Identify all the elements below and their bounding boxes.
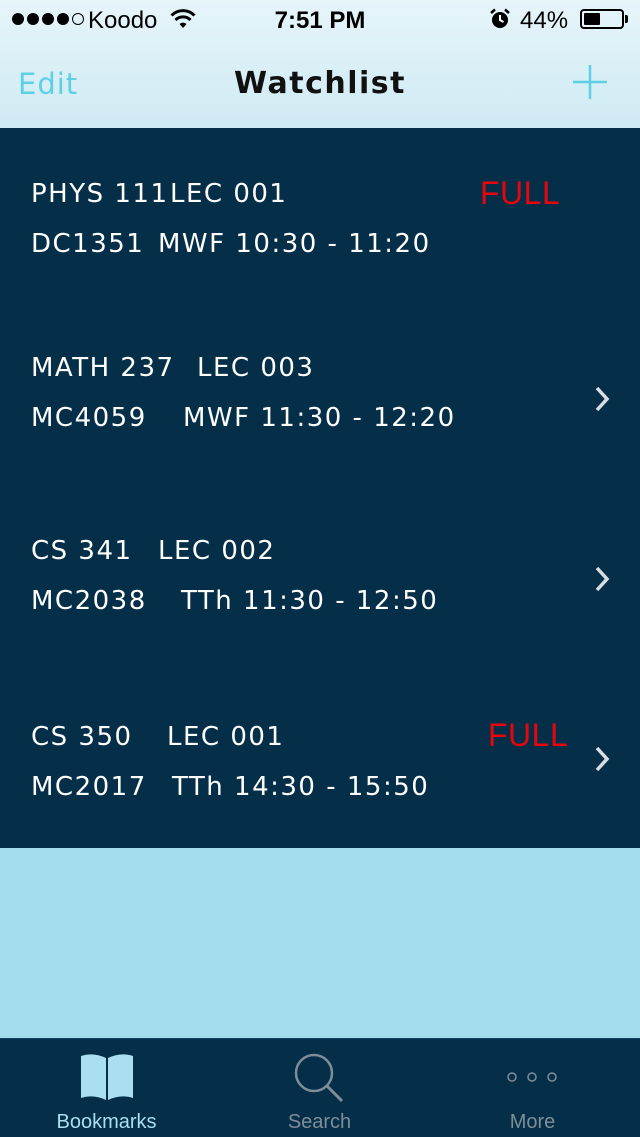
book-icon bbox=[81, 1054, 133, 1100]
course-section: LEC 002 bbox=[158, 536, 276, 566]
course-section: LEC 001 bbox=[170, 179, 288, 209]
tab-bookmarks[interactable]: Bookmarks bbox=[0, 1039, 213, 1137]
course-room: MC2038 bbox=[31, 586, 147, 616]
more-icon bbox=[507, 1072, 557, 1082]
location-line: DC1351 MWF 10:30 - 11:20 bbox=[31, 229, 431, 259]
course-room: MC4059 bbox=[31, 403, 147, 433]
battery-percent: 44% bbox=[520, 7, 569, 34]
course-code: CS 350 bbox=[31, 722, 133, 752]
status-bar: Koodo 7:51 PM 44% bbox=[0, 0, 640, 40]
battery-tip bbox=[625, 15, 628, 23]
location-line: MC2038 TTh 11:30 - 12:50 bbox=[31, 586, 438, 616]
full-badge: FULL bbox=[480, 175, 561, 211]
tab-more[interactable]: More bbox=[426, 1039, 639, 1137]
page-title: Watchlist bbox=[233, 66, 406, 101]
location-line: MC2017 TTh 14:30 - 15:50 bbox=[31, 772, 429, 802]
course-code: PHYS 111 bbox=[31, 179, 169, 209]
tab-bar: Bookmarks Search More bbox=[0, 1038, 640, 1137]
course-line: CS 341 LEC 002 bbox=[31, 536, 275, 566]
course-section: LEC 001 bbox=[167, 722, 285, 752]
chevron-right-icon bbox=[595, 566, 610, 592]
location-line: MC4059 MWF 11:30 - 12:20 bbox=[31, 403, 456, 433]
course-schedule: MWF 11:30 - 12:20 bbox=[183, 403, 456, 433]
alarm-clock-icon bbox=[490, 8, 510, 28]
course-code: MATH 237 bbox=[31, 353, 175, 383]
course-line: CS 350 LEC 001 bbox=[31, 722, 284, 752]
tab-search[interactable]: Search bbox=[213, 1039, 426, 1137]
tab-label: Search bbox=[287, 1111, 352, 1133]
plus-icon[interactable] bbox=[572, 64, 608, 100]
watchlist-row[interactable]: PHYS 111 LEC 001 DC1351 MWF 10:30 - 11:2… bbox=[0, 128, 640, 304]
tab-label: Bookmarks bbox=[56, 1111, 157, 1133]
search-icon bbox=[294, 1053, 344, 1103]
course-room: MC2017 bbox=[31, 772, 147, 802]
watchlist-row[interactable]: CS 350 LEC 001 MC2017 TTh 14:30 - 15:50 … bbox=[0, 668, 640, 848]
course-line: MATH 237 LEC 003 bbox=[31, 353, 314, 383]
chevron-right-icon bbox=[595, 386, 610, 412]
chevron-right-icon bbox=[595, 746, 610, 772]
course-room: DC1351 bbox=[31, 229, 145, 259]
navigation-header: Koodo 7:51 PM 44% Edit Watchlist bbox=[0, 0, 640, 128]
watchlist: PHYS 111 LEC 001 DC1351 MWF 10:30 - 11:2… bbox=[0, 128, 640, 848]
course-schedule: TTh 14:30 - 15:50 bbox=[172, 772, 430, 802]
course-code: CS 341 bbox=[31, 536, 133, 566]
course-line: PHYS 111 LEC 001 bbox=[31, 179, 287, 209]
watchlist-row[interactable]: CS 341 LEC 002 MC2038 TTh 11:30 - 12:50 bbox=[0, 484, 640, 668]
tab-label: More bbox=[509, 1111, 556, 1133]
course-schedule: TTh 11:30 - 12:50 bbox=[181, 586, 439, 616]
watchlist-row[interactable]: MATH 237 LEC 003 MC4059 MWF 11:30 - 12:2… bbox=[0, 304, 640, 484]
battery-icon bbox=[580, 9, 624, 29]
course-schedule: MWF 10:30 - 11:20 bbox=[158, 229, 431, 259]
battery-level bbox=[584, 13, 600, 25]
full-badge: FULL bbox=[488, 717, 569, 753]
course-section: LEC 003 bbox=[197, 353, 315, 383]
